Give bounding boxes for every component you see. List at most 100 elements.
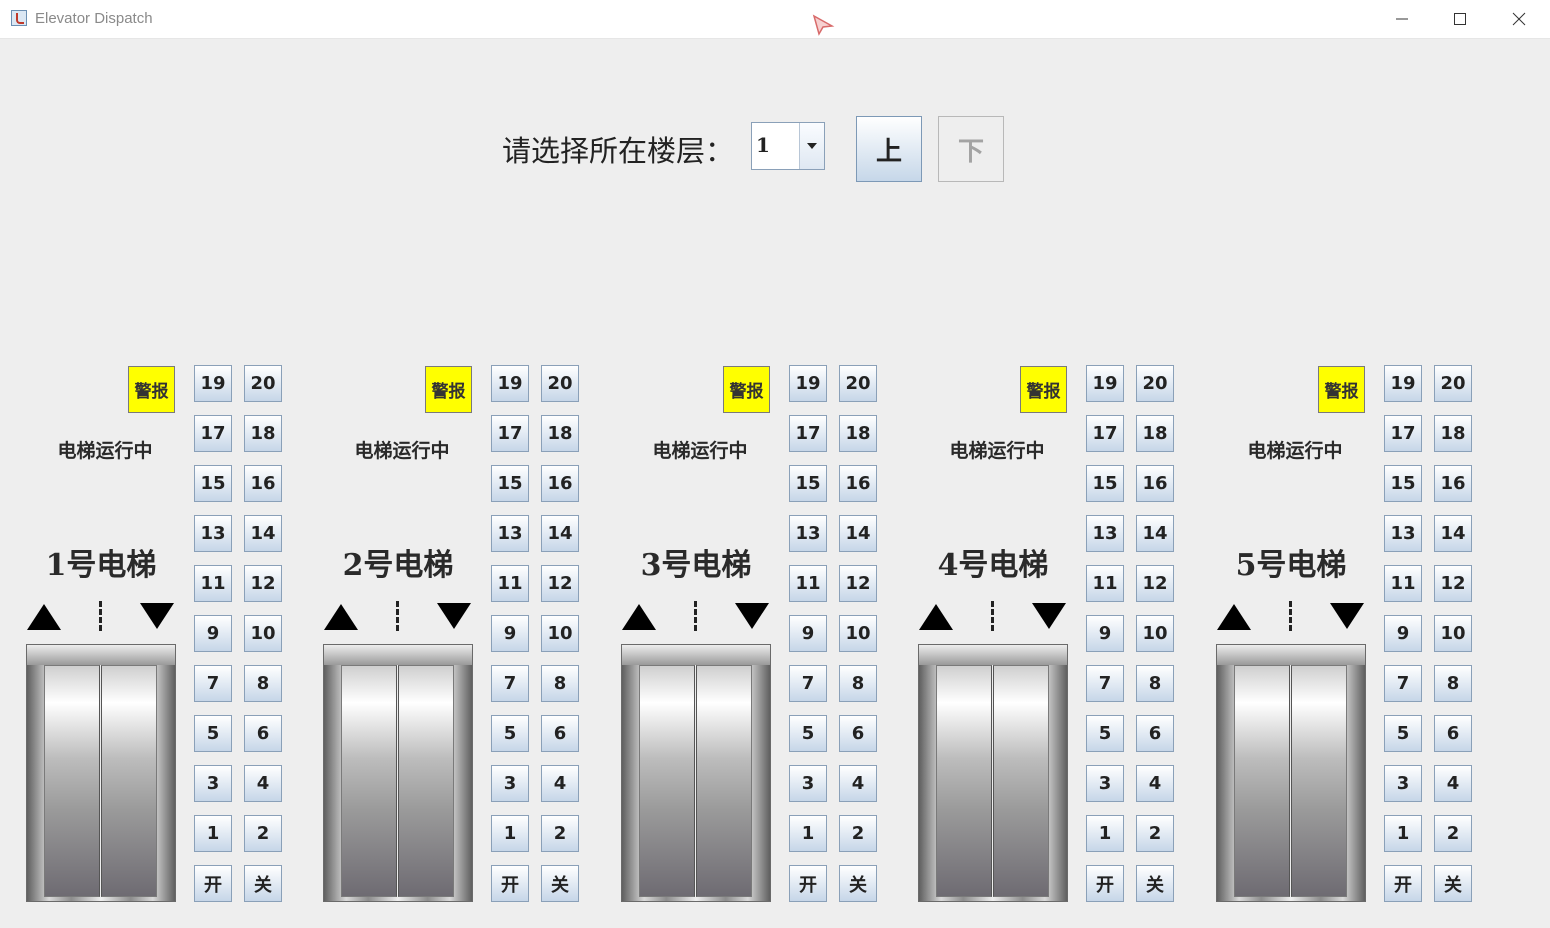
floor-button[interactable]: 关 — [1136, 865, 1174, 902]
floor-button[interactable]: 16 — [541, 465, 579, 502]
close-button[interactable] — [1490, 0, 1548, 38]
floor-button[interactable]: 13 — [194, 515, 232, 552]
floor-button[interactable]: 1 — [491, 815, 529, 852]
floor-button[interactable]: 12 — [244, 565, 282, 602]
floor-button[interactable]: 1 — [1086, 815, 1124, 852]
floor-button[interactable]: 关 — [839, 865, 877, 902]
floor-button[interactable]: 19 — [1086, 365, 1124, 402]
floor-button[interactable]: 开 — [194, 865, 232, 902]
floor-button[interactable]: 开 — [789, 865, 827, 902]
floor-button[interactable]: 16 — [244, 465, 282, 502]
floor-button[interactable]: 4 — [244, 765, 282, 802]
floor-button[interactable]: 1 — [194, 815, 232, 852]
minimize-button[interactable] — [1373, 0, 1431, 38]
floor-button[interactable]: 18 — [541, 415, 579, 452]
floor-button[interactable]: 20 — [1136, 365, 1174, 402]
floor-button[interactable]: 8 — [1136, 665, 1174, 702]
floor-button[interactable]: 6 — [839, 715, 877, 752]
floor-button[interactable]: 19 — [491, 365, 529, 402]
floor-button[interactable]: 3 — [1086, 765, 1124, 802]
floor-button[interactable]: 8 — [839, 665, 877, 702]
floor-button[interactable]: 20 — [244, 365, 282, 402]
floor-button[interactable]: 18 — [1136, 415, 1174, 452]
floor-button[interactable]: 7 — [1384, 665, 1422, 702]
floor-button[interactable]: 13 — [1086, 515, 1124, 552]
floor-button[interactable]: 13 — [1384, 515, 1422, 552]
floor-button[interactable]: 11 — [789, 565, 827, 602]
floor-button[interactable]: 19 — [194, 365, 232, 402]
floor-button[interactable]: 20 — [1434, 365, 1472, 402]
floor-button[interactable]: 9 — [491, 615, 529, 652]
floor-button[interactable]: 10 — [541, 615, 579, 652]
floor-button[interactable]: 19 — [1384, 365, 1422, 402]
floor-button[interactable]: 5 — [491, 715, 529, 752]
floor-button[interactable]: 20 — [541, 365, 579, 402]
floor-button[interactable]: 1 — [789, 815, 827, 852]
floor-button[interactable]: 18 — [839, 415, 877, 452]
floor-button[interactable]: 16 — [839, 465, 877, 502]
floor-button[interactable]: 4 — [1136, 765, 1174, 802]
floor-button[interactable]: 4 — [541, 765, 579, 802]
floor-button[interactable]: 9 — [789, 615, 827, 652]
floor-button[interactable]: 4 — [839, 765, 877, 802]
floor-button[interactable]: 12 — [839, 565, 877, 602]
floor-button[interactable]: 15 — [789, 465, 827, 502]
floor-button[interactable]: 12 — [1136, 565, 1174, 602]
floor-button[interactable]: 13 — [491, 515, 529, 552]
floor-button[interactable]: 2 — [244, 815, 282, 852]
floor-button[interactable]: 17 — [1086, 415, 1124, 452]
alarm-button[interactable]: 警报 — [425, 366, 472, 413]
floor-button[interactable]: 15 — [194, 465, 232, 502]
floor-button[interactable]: 13 — [789, 515, 827, 552]
floor-button[interactable]: 7 — [789, 665, 827, 702]
floor-button[interactable]: 6 — [1136, 715, 1174, 752]
floor-button[interactable]: 16 — [1434, 465, 1472, 502]
floor-button[interactable]: 17 — [1384, 415, 1422, 452]
chevron-down-icon[interactable] — [799, 123, 824, 169]
call-down-button[interactable]: 下 — [938, 116, 1004, 182]
floor-button[interactable]: 6 — [1434, 715, 1472, 752]
floor-button[interactable]: 5 — [1086, 715, 1124, 752]
floor-button[interactable]: 关 — [541, 865, 579, 902]
floor-button[interactable]: 1 — [1384, 815, 1422, 852]
floor-button[interactable]: 开 — [1384, 865, 1422, 902]
floor-button[interactable]: 8 — [244, 665, 282, 702]
floor-button[interactable]: 5 — [789, 715, 827, 752]
floor-button[interactable]: 11 — [491, 565, 529, 602]
floor-button[interactable]: 8 — [541, 665, 579, 702]
floor-button[interactable]: 7 — [1086, 665, 1124, 702]
floor-button[interactable]: 3 — [194, 765, 232, 802]
alarm-button[interactable]: 警报 — [128, 366, 175, 413]
floor-button[interactable]: 5 — [1384, 715, 1422, 752]
floor-button[interactable]: 14 — [244, 515, 282, 552]
alarm-button[interactable]: 警报 — [1020, 366, 1067, 413]
floor-button[interactable]: 14 — [839, 515, 877, 552]
floor-button[interactable]: 16 — [1136, 465, 1174, 502]
floor-button[interactable]: 关 — [1434, 865, 1472, 902]
floor-button[interactable]: 11 — [1086, 565, 1124, 602]
floor-button[interactable]: 8 — [1434, 665, 1472, 702]
floor-button[interactable]: 18 — [1434, 415, 1472, 452]
floor-button[interactable]: 12 — [1434, 565, 1472, 602]
floor-button[interactable]: 9 — [1086, 615, 1124, 652]
floor-button[interactable]: 10 — [839, 615, 877, 652]
maximize-button[interactable] — [1431, 0, 1489, 38]
call-up-button[interactable]: 上 — [856, 116, 922, 182]
floor-button[interactable]: 开 — [1086, 865, 1124, 902]
floor-button[interactable]: 15 — [491, 465, 529, 502]
floor-button[interactable]: 7 — [194, 665, 232, 702]
floor-button[interactable]: 7 — [491, 665, 529, 702]
floor-button[interactable]: 17 — [491, 415, 529, 452]
floor-button[interactable]: 18 — [244, 415, 282, 452]
floor-button[interactable]: 15 — [1086, 465, 1124, 502]
floor-button[interactable]: 3 — [1384, 765, 1422, 802]
floor-button[interactable]: 4 — [1434, 765, 1472, 802]
floor-button[interactable]: 关 — [244, 865, 282, 902]
floor-button[interactable]: 17 — [194, 415, 232, 452]
floor-button[interactable]: 2 — [541, 815, 579, 852]
floor-button[interactable]: 2 — [1136, 815, 1174, 852]
floor-button[interactable]: 14 — [541, 515, 579, 552]
floor-button[interactable]: 20 — [839, 365, 877, 402]
floor-button[interactable]: 9 — [1384, 615, 1422, 652]
floor-button[interactable]: 11 — [194, 565, 232, 602]
